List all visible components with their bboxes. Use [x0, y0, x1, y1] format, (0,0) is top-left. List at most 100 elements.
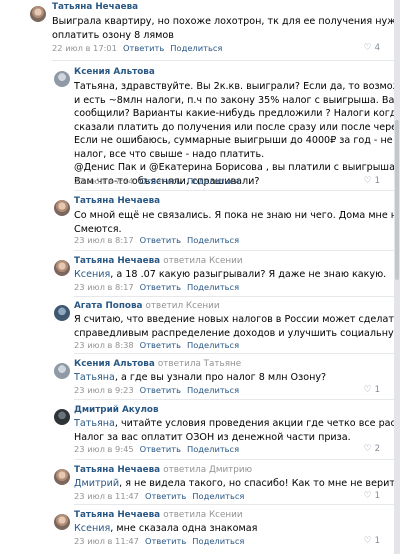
- like-button[interactable]: ♡ 4: [364, 43, 381, 54]
- comment-author[interactable]: Татьяна Нечаева ответила Ксении: [74, 510, 243, 521]
- reply-to-label[interactable]: ответил Ксении: [146, 301, 220, 311]
- avatar[interactable]: [30, 6, 46, 22]
- comment-date[interactable]: 23 июл в 9:23: [74, 385, 134, 395]
- share-button[interactable]: Поделиться: [192, 536, 244, 546]
- divider: [74, 250, 394, 251]
- mention-link[interactable]: Ксения: [74, 523, 110, 534]
- divider: [74, 296, 394, 297]
- comment-text: Дмитрий, я не видела такого, но спасибо!…: [74, 478, 394, 489]
- avatar[interactable]: [54, 200, 70, 216]
- comment-text: Я считаю, что введение новых налогов в Р…: [74, 314, 394, 339]
- comment-date[interactable]: 23 июл в 8:17: [74, 235, 134, 245]
- comment-author[interactable]: Дмитрий Акулов: [74, 405, 159, 416]
- comment-text: Со мной ещё не связались. Я пока не знаю…: [74, 210, 394, 235]
- comment-author[interactable]: Татьяна Нечаева: [74, 196, 160, 207]
- comment-meta: 23 июл в 8:38 Ответить Поделиться: [74, 340, 239, 351]
- reply-button[interactable]: Ответить: [140, 385, 181, 395]
- comment-meta: 23 июл в 8:17 Ответить Поделиться: [74, 282, 239, 293]
- comment-meta: 22 июл в 17:01 Ответить Поделиться: [52, 43, 222, 54]
- share-button[interactable]: Поделиться: [187, 176, 239, 186]
- scrollbar-track[interactable]: [394, 0, 400, 554]
- scrollbar-thumb[interactable]: [395, 120, 399, 280]
- reply-to-label[interactable]: ответила Татьяне: [158, 359, 241, 369]
- comment-text: Татьяна, а где вы узнали про налог 8 млн…: [74, 372, 327, 383]
- divider: [74, 504, 394, 505]
- heart-icon: ♡: [363, 536, 372, 546]
- mention-link[interactable]: Ксения: [74, 269, 110, 280]
- reply-button[interactable]: Ответить: [145, 536, 186, 546]
- like-button[interactable]: ♡ 2: [364, 444, 381, 455]
- comment-author[interactable]: Татьяна Нечаева ответила Дмитрию: [74, 465, 252, 476]
- comment-author[interactable]: Татьяна Нечаева: [52, 2, 138, 13]
- share-button[interactable]: Поделиться: [187, 235, 239, 245]
- comment-author[interactable]: Татьяна Нечаева ответила Ксении: [74, 256, 243, 267]
- avatar[interactable]: [54, 260, 70, 276]
- divider: [74, 399, 394, 400]
- comment-date[interactable]: 23 июл в 11:47: [74, 491, 139, 501]
- heart-icon: ♡: [363, 43, 372, 53]
- comment-date[interactable]: 23 июл в 8:38: [74, 340, 134, 350]
- comment-date[interactable]: 23 июл в 11:47: [74, 536, 139, 546]
- comment-date[interactable]: 23 июл в 7:44: [74, 176, 134, 186]
- avatar[interactable]: [54, 71, 70, 87]
- comment-meta: 23 июл в 9:23 Ответить Поделиться: [74, 385, 239, 396]
- reply-button[interactable]: Ответить: [140, 176, 181, 186]
- share-button[interactable]: Поделиться: [187, 340, 239, 350]
- comment-date[interactable]: 22 июл в 17:01: [52, 43, 117, 53]
- reply-to-label[interactable]: ответила Дмитрию: [163, 465, 252, 475]
- like-count: 1: [374, 491, 380, 501]
- comment-date[interactable]: 23 июл в 8:17: [74, 282, 134, 292]
- reply-button[interactable]: Ответить: [140, 340, 181, 350]
- avatar[interactable]: [54, 514, 70, 530]
- like-button[interactable]: ♡ 1: [364, 491, 381, 502]
- reply-to-label[interactable]: ответила Ксении: [163, 510, 242, 520]
- share-button[interactable]: Поделиться: [192, 491, 244, 501]
- avatar[interactable]: [54, 363, 70, 379]
- comment-meta: 23 июл в 7:44 Ответить Поделиться: [74, 176, 239, 187]
- like-button[interactable]: ♡ 1: [364, 385, 381, 396]
- comment-author[interactable]: Ксения Альтова: [74, 67, 155, 78]
- avatar[interactable]: [54, 305, 70, 321]
- comment-date[interactable]: 23 июл в 9:45: [74, 444, 134, 454]
- comment-text: Татьяна, здравствуйте. Вы 2к.кв. выиграл…: [74, 81, 394, 187]
- like-count: 1: [374, 176, 380, 186]
- reply-button[interactable]: Ответить: [140, 282, 181, 292]
- reply-button[interactable]: Ответить: [123, 43, 164, 53]
- comment-text: Ксения, а 18 .07 какую разыгрывали? Я да…: [74, 269, 387, 280]
- comment-meta: 23 июл в 9:45 Ответить Поделиться: [74, 444, 239, 455]
- mention-link[interactable]: Дмитрий: [74, 478, 119, 489]
- divider: [74, 190, 394, 191]
- reply-button[interactable]: Ответить: [140, 444, 181, 454]
- like-count: 4: [374, 43, 380, 53]
- heart-icon: ♡: [363, 385, 372, 395]
- share-button[interactable]: Поделиться: [170, 43, 222, 53]
- divider: [52, 60, 394, 61]
- comment-text: Татьяна, читайте условия проведения акци…: [74, 418, 394, 443]
- share-button[interactable]: Поделиться: [187, 444, 239, 454]
- like-button[interactable]: ♡ 1: [364, 536, 381, 547]
- like-count: 2: [374, 444, 380, 454]
- comment-author[interactable]: Агата Попова ответил Ксении: [74, 301, 220, 312]
- like-button[interactable]: ♡ 1: [364, 176, 381, 187]
- heart-icon: ♡: [363, 444, 372, 454]
- heart-icon: ♡: [363, 176, 372, 186]
- reply-to-label[interactable]: ответила Ксении: [163, 256, 242, 266]
- share-button[interactable]: Поделиться: [187, 385, 239, 395]
- mention-link[interactable]: Татьяна: [74, 418, 115, 429]
- reply-button[interactable]: Ответить: [140, 235, 181, 245]
- divider: [74, 353, 394, 354]
- avatar[interactable]: [54, 409, 70, 425]
- share-button[interactable]: Поделиться: [187, 282, 239, 292]
- comments-thread: Татьяна Нечаева Выиграла квартиру, но по…: [0, 0, 394, 554]
- comment-meta: 23 июл в 11:47 Ответить Поделиться: [74, 536, 244, 547]
- avatar[interactable]: [54, 469, 70, 485]
- comment-meta: 23 июл в 8:17 Ответить Поделиться: [74, 235, 239, 246]
- like-count: 1: [374, 385, 380, 395]
- mention-link[interactable]: Татьяна: [74, 372, 115, 383]
- comment-author[interactable]: Ксения Альтова ответила Татьяне: [74, 359, 241, 370]
- comment-meta: 23 июл в 11:47 Ответить Поделиться: [74, 491, 244, 502]
- heart-icon: ♡: [363, 491, 372, 501]
- comment-text: Выиграла квартиру, но похоже лохотрон, т…: [52, 16, 394, 41]
- reply-button[interactable]: Ответить: [145, 491, 186, 501]
- comment-text: Ксения, мне сказала одна знакомая: [74, 523, 258, 534]
